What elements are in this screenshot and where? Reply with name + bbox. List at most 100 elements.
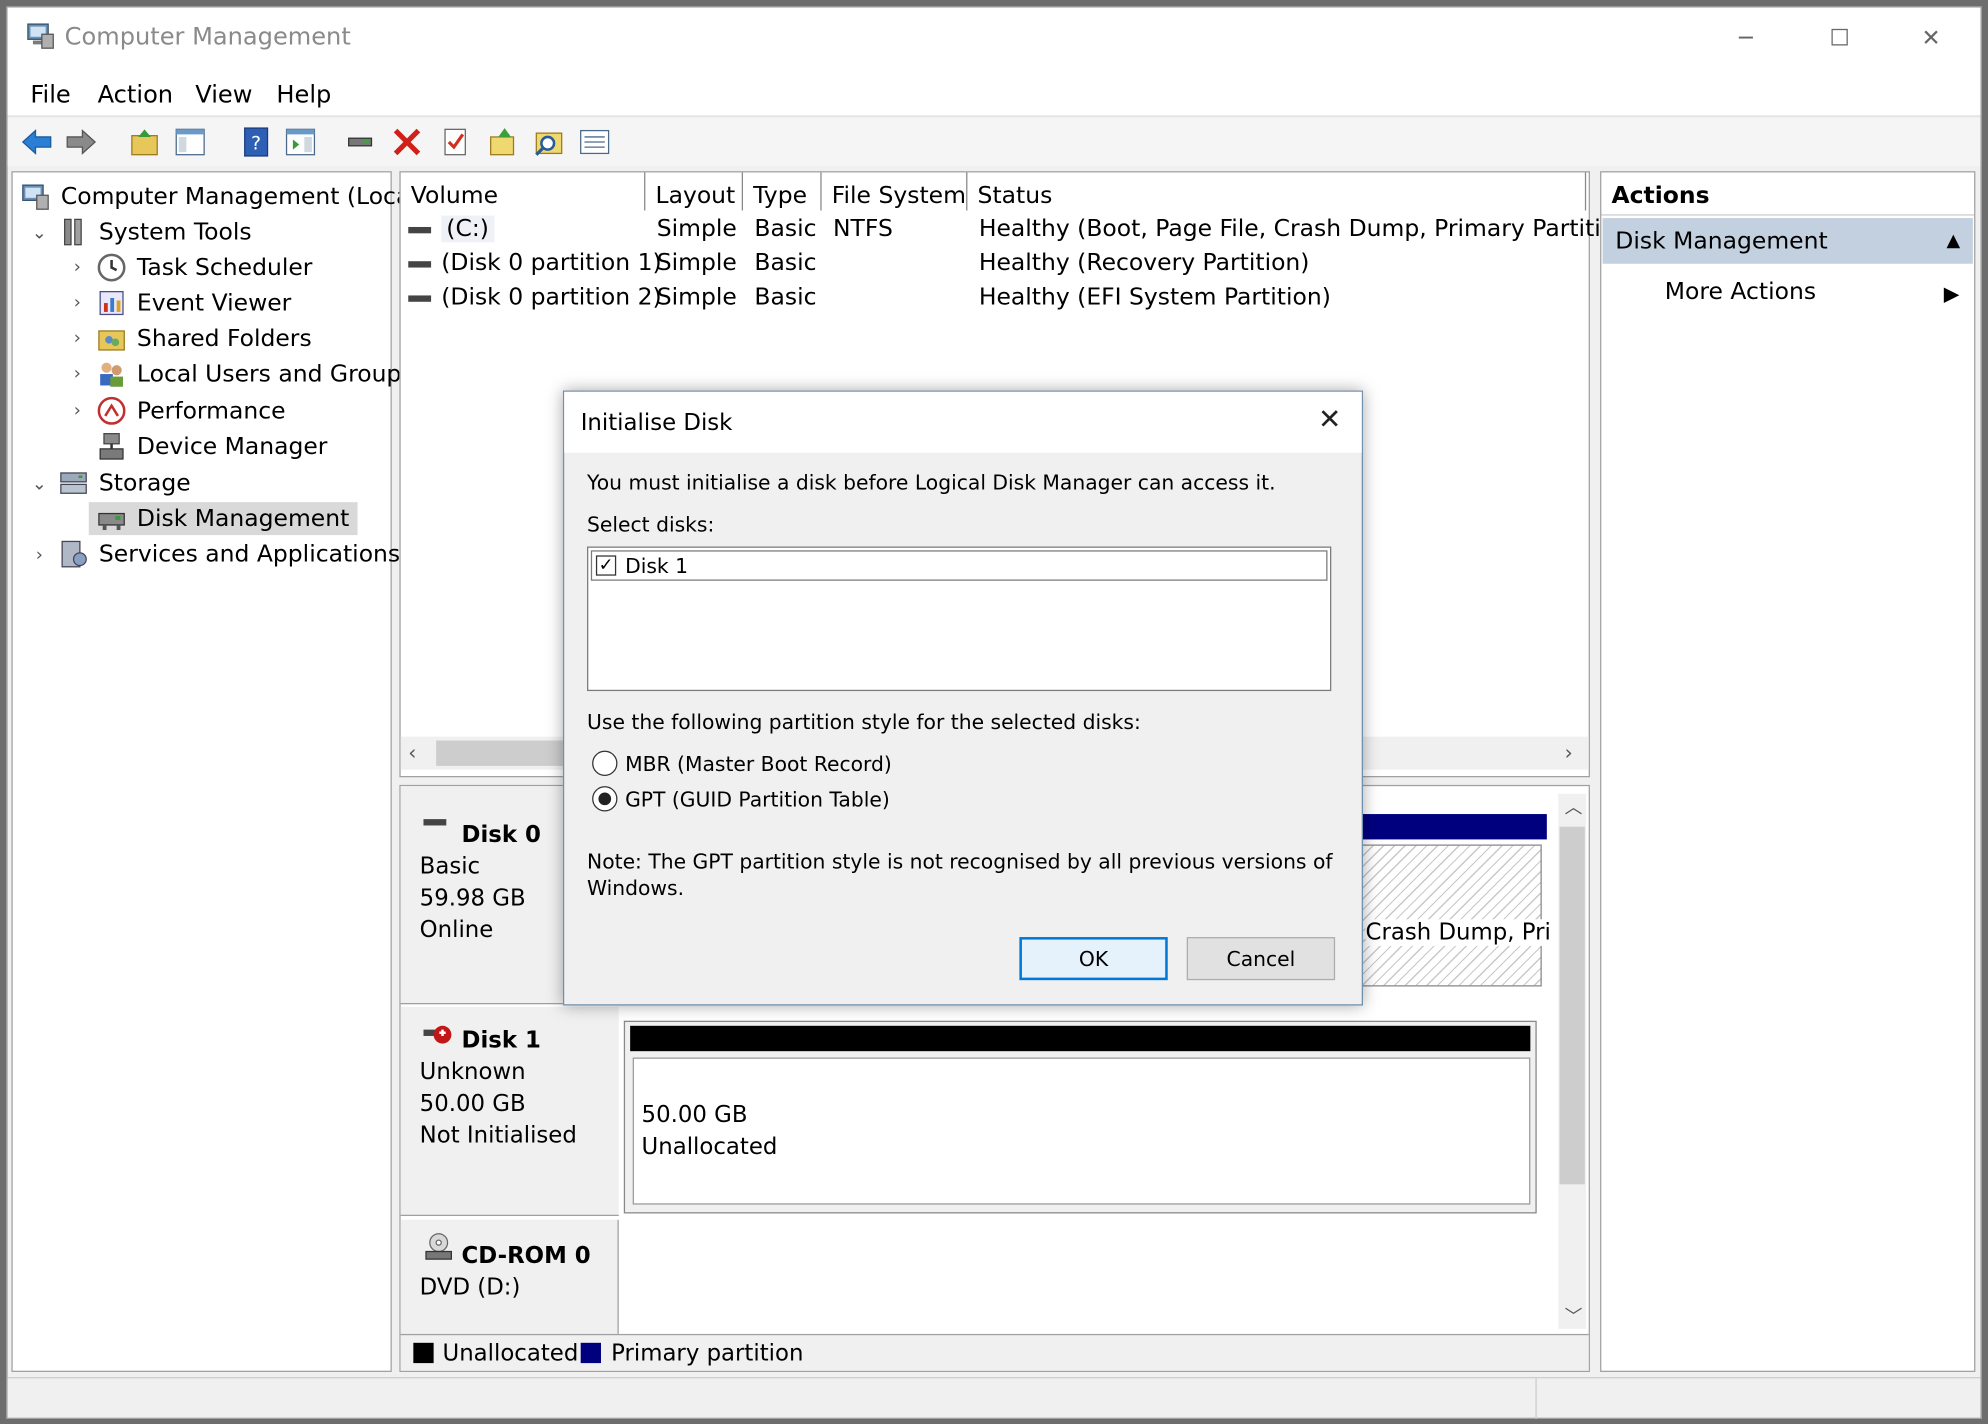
properties-icon[interactable] — [439, 126, 472, 159]
chevron-right-icon[interactable]: › — [68, 293, 86, 313]
chevron-right-icon[interactable]: › — [68, 364, 86, 384]
scroll-down-icon[interactable]: ﹀ — [1565, 1304, 1583, 1329]
column-header-type[interactable]: Type — [743, 172, 822, 211]
actions-section-label: Disk Management — [1615, 228, 1828, 255]
back-arrow-icon[interactable] — [20, 126, 53, 159]
tree-label: Device Manager — [136, 433, 328, 460]
collapse-triangle-icon[interactable]: ▲ — [1947, 231, 1961, 251]
unallocated-block[interactable]: 50.00 GB Unallocated — [632, 1057, 1531, 1205]
column-header-volume[interactable]: Volume — [401, 172, 646, 211]
chevron-down-icon[interactable]: ⌄ — [30, 474, 48, 494]
shared-folder-icon — [98, 330, 125, 351]
legend-unallocated: Unallocated — [442, 1340, 579, 1367]
column-header-status[interactable]: Status — [967, 172, 1587, 211]
volume-name: (Disk 0 partition 1) — [441, 249, 662, 277]
tree-item-services[interactable]: Services and Applications — [58, 538, 400, 571]
scroll-left-icon[interactable]: ‹ — [408, 741, 416, 765]
chevron-down-icon[interactable]: ⌄ — [30, 223, 48, 243]
tree-item-system-tools[interactable]: System Tools — [58, 216, 252, 249]
disk-type: Unknown — [419, 1058, 526, 1086]
scrollbar-thumb[interactable] — [436, 740, 576, 766]
partition-text: Crash Dump, Pri — [1365, 919, 1551, 946]
tree-item-event-viewer[interactable]: Event Viewer — [96, 287, 291, 320]
status-divider — [1535, 1378, 1537, 1419]
forward-arrow-icon[interactable] — [65, 126, 98, 159]
disk-type: Basic — [419, 853, 481, 880]
connect-drive-icon[interactable] — [344, 126, 377, 159]
disk-list-item[interactable]: ✓ Disk 1 — [590, 550, 1328, 581]
open-folder-icon[interactable] — [487, 126, 520, 159]
initialise-disk-dialog: Initialise Disk ✕ You must initialise a … — [562, 390, 1363, 1006]
dialog-title-bar: Initialise Disk ✕ — [564, 391, 1362, 453]
tree-item-shared-folders[interactable]: Shared Folders — [96, 322, 312, 355]
tree-root[interactable]: Computer Management (Local) — [20, 180, 426, 213]
scrollbar-thumb[interactable] — [1559, 826, 1585, 1185]
users-icon — [100, 362, 123, 387]
chevron-right-icon[interactable]: › — [68, 328, 86, 348]
minimize-button[interactable]: ─ — [1717, 18, 1775, 59]
ok-button[interactable]: OK — [1019, 937, 1168, 981]
disk-management-icon — [98, 512, 125, 531]
tree-label: Shared Folders — [136, 325, 312, 352]
more-actions-item[interactable]: More Actions — [1665, 279, 1816, 306]
tree-item-local-users[interactable]: Local Users and Groups — [96, 358, 414, 391]
gpt-label[interactable]: GPT (GUID Partition Table) — [625, 787, 890, 811]
maximize-button[interactable]: ☐ — [1811, 18, 1869, 59]
actions-header: Actions — [1601, 172, 1975, 216]
disk-size: 59.98 GB — [419, 885, 526, 912]
tree-label: Performance — [136, 397, 286, 425]
disk-1-info[interactable]: Disk 1 Unknown 50.00 GB Not Initialised — [400, 1006, 619, 1217]
computer-management-icon — [22, 184, 49, 210]
menu-help[interactable]: Help — [276, 81, 331, 109]
mbr-radio[interactable] — [592, 750, 618, 777]
vertical-scrollbar[interactable]: ︿ ﹀ — [1558, 793, 1587, 1329]
gpt-radio[interactable] — [592, 786, 618, 812]
volume-name: (C:) — [441, 215, 494, 243]
computer-management-icon — [27, 23, 54, 49]
tree-item-device-manager[interactable]: Device Manager — [96, 430, 327, 463]
disk-1-checkbox[interactable]: ✓ — [595, 555, 617, 576]
mbr-label[interactable]: MBR (Master Boot Record) — [625, 752, 892, 776]
disk-listbox[interactable]: ✓ Disk 1 — [587, 546, 1332, 692]
close-window-button[interactable]: ✕ — [1902, 18, 1960, 59]
cdrom-0-info[interactable]: CD-ROM 0 DVD (D:) — [400, 1219, 619, 1334]
note-line-1: Note: The GPT partition style is not rec… — [587, 849, 1333, 874]
show-action-pane-icon[interactable] — [284, 126, 317, 159]
show-hide-tree-icon[interactable] — [174, 126, 207, 159]
menu-action[interactable]: Action — [98, 81, 173, 109]
tree-item-task-scheduler[interactable]: Task Scheduler — [96, 251, 312, 284]
event-viewer-icon — [99, 291, 124, 316]
search-folder-icon[interactable] — [533, 126, 566, 159]
volume-type: Basic — [754, 284, 817, 311]
tree-item-disk-management[interactable]: Disk Management — [88, 502, 357, 536]
close-icon[interactable]: ✕ — [1318, 404, 1341, 436]
up-folder-icon[interactable] — [128, 126, 161, 159]
dialog-intro: You must initialise a disk before Logica… — [587, 470, 1276, 495]
cancel-button[interactable]: Cancel — [1186, 937, 1336, 981]
actions-section-disk-management[interactable]: Disk Management ▲ — [1602, 218, 1973, 264]
navigation-tree: Computer Management (Local) ⌄ System Too… — [11, 171, 426, 1372]
chevron-right-icon[interactable]: › — [68, 401, 86, 421]
volume-type: Basic — [754, 249, 817, 277]
legend-swatch-primary — [580, 1342, 601, 1364]
more-actions-label: More Actions — [1664, 278, 1817, 306]
disk-1-partition-area[interactable]: 50.00 GB Unallocated — [623, 1020, 1537, 1214]
drive-letter: DVD (D:) — [419, 1274, 521, 1301]
scroll-up-icon[interactable]: ︿ — [1565, 794, 1583, 819]
column-header-file-system[interactable]: File System — [822, 172, 968, 211]
device-manager-icon — [99, 433, 124, 460]
menu-file[interactable]: File — [30, 81, 70, 109]
chevron-right-icon[interactable]: › — [68, 257, 86, 277]
delete-icon[interactable] — [391, 126, 424, 159]
list-view-icon[interactable] — [578, 126, 611, 159]
menu-view[interactable]: View — [195, 81, 252, 109]
help-icon[interactable]: ? — [240, 126, 273, 159]
scroll-right-icon[interactable]: › — [1565, 741, 1573, 765]
submenu-arrow-icon[interactable]: ▶ — [1944, 281, 1960, 305]
tree-item-storage[interactable]: Storage — [58, 467, 191, 500]
tree-item-performance[interactable]: Performance — [96, 394, 286, 427]
chevron-right-icon[interactable]: › — [30, 545, 48, 565]
partition-block-c[interactable]: Crash Dump, Pri — [1361, 844, 1551, 987]
partition-status: Unallocated — [641, 1133, 778, 1161]
column-header-layout[interactable]: Layout — [645, 172, 743, 211]
